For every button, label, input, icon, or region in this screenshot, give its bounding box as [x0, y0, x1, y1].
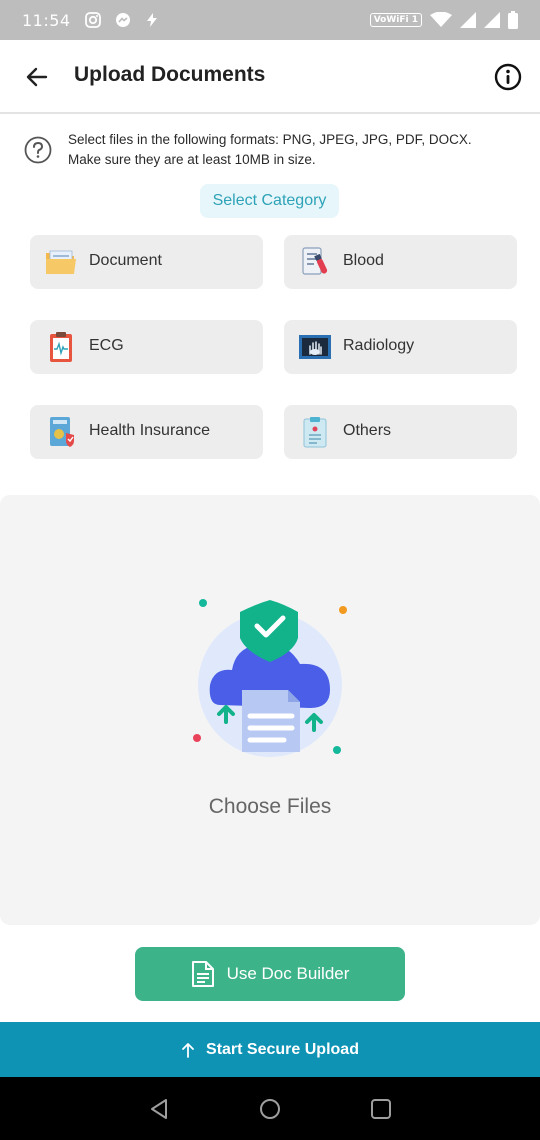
secure-cloud-upload-illustration [193, 599, 347, 757]
hint-text: Select files in the following formats: P… [68, 130, 472, 170]
wifi-icon [430, 12, 452, 27]
arrow-left-icon[interactable] [24, 64, 50, 90]
battery-icon [508, 11, 518, 29]
status-bar: 11:54 VoWiFi 1 [0, 0, 540, 40]
doc-builder-label: Use Doc Builder [226, 964, 350, 983]
hint-line-2: Make sure they are at least 10MB in size… [68, 152, 316, 167]
category-label: Health Insurance [89, 422, 210, 439]
category-label: Radiology [343, 337, 415, 354]
page-title: Upload Documents [74, 63, 266, 86]
ecg-clipboard-icon [50, 332, 72, 362]
category-label: ECG [89, 337, 124, 354]
arrow-up-icon [182, 1042, 194, 1058]
nav-back-icon[interactable] [148, 1097, 172, 1121]
document-icon [191, 961, 214, 987]
insurance-icon [50, 417, 74, 447]
messenger-icon [115, 13, 130, 27]
category-health-insurance[interactable]: Health Insurance [30, 405, 263, 459]
category-others[interactable]: Others [284, 405, 517, 459]
xray-icon [299, 335, 331, 359]
hint-line-1: Select files in the following formats: P… [68, 132, 472, 147]
status-left-icons [84, 12, 159, 28]
start-upload-label: Start Secure Upload [206, 1040, 359, 1058]
folder-icon [46, 250, 76, 274]
question-circle-icon [24, 136, 52, 164]
bolt-icon [146, 13, 157, 27]
nav-home-icon[interactable] [258, 1097, 282, 1121]
signal-icon [484, 12, 500, 28]
instagram-icon [84, 12, 101, 28]
status-right: VoWiFi 1 [369, 11, 518, 29]
category-ecg[interactable]: ECG [30, 320, 263, 374]
choose-files-label[interactable]: Choose Files [0, 795, 540, 819]
category-label: Others [343, 422, 392, 439]
category-document[interactable]: Document [30, 235, 263, 289]
category-radiology[interactable]: Radiology [284, 320, 517, 374]
system-nav-bar [0, 1077, 540, 1140]
category-blood[interactable]: Blood [284, 235, 517, 289]
vowifi-badge: VoWiFi 1 [369, 13, 422, 27]
category-label: Blood [343, 252, 384, 269]
signal-icon [460, 12, 476, 28]
start-secure-upload-button[interactable]: Start Secure Upload [0, 1022, 540, 1077]
use-doc-builder-button[interactable]: Use Doc Builder [135, 947, 405, 1001]
clipboard-icon [303, 417, 327, 448]
info-circle-icon[interactable] [494, 63, 522, 91]
status-time: 11:54 [22, 10, 71, 30]
category-label: Document [89, 252, 162, 269]
app-header: Upload Documents [0, 40, 540, 114]
format-hint: Select files in the following formats: P… [24, 128, 524, 172]
blood-test-icon [302, 247, 328, 275]
nav-recents-icon[interactable] [369, 1097, 393, 1121]
select-category-label: Select Category [200, 184, 339, 218]
